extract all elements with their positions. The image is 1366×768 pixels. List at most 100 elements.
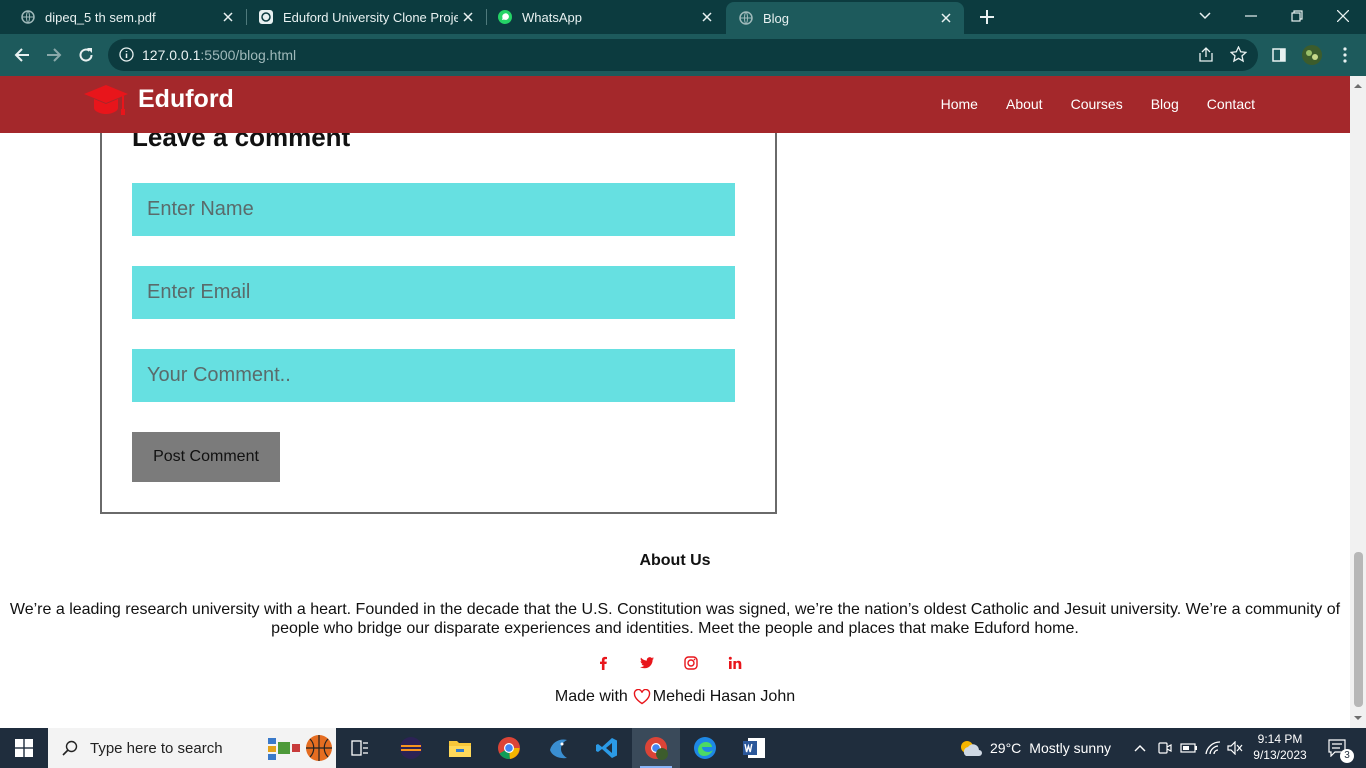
tab-strip: dipeq_5 th sem.pdf Eduford University Cl… [0, 0, 1366, 34]
tab-eduford-clone[interactable]: Eduford University Clone Project [238, 0, 486, 34]
minimize-icon [1245, 15, 1257, 17]
heart-icon [633, 689, 651, 705]
back-button[interactable] [10, 43, 34, 67]
whatsapp-icon [497, 9, 513, 25]
weather-widget[interactable]: 29°C Mostly sunny [958, 728, 1118, 768]
globe-icon [738, 10, 754, 26]
search-highlight-icon[interactable] [266, 732, 336, 764]
share-icon[interactable] [1198, 47, 1214, 63]
word-icon [743, 738, 765, 758]
site-logo[interactable]: Eduford [82, 82, 234, 122]
url-host: 127.0.0.1 [142, 47, 201, 63]
reload-button[interactable] [74, 43, 98, 67]
clock-time: 9:14 PM [1257, 732, 1303, 746]
tab-blog[interactable]: Blog [726, 2, 964, 34]
weather-desc: Mostly sunny [1029, 740, 1111, 756]
close-icon[interactable] [697, 7, 717, 27]
address-bar[interactable]: 127.0.0.1:5500/blog.html [108, 39, 1258, 71]
partly-sunny-icon [961, 741, 982, 756]
side-panel-button[interactable] [1267, 43, 1291, 67]
meet-now-icon[interactable] [1155, 728, 1175, 768]
social-links [594, 654, 744, 672]
taskbar-dbeaver[interactable] [539, 728, 577, 768]
chrome-profile-icon [645, 737, 668, 760]
notification-badge: 3 [1340, 749, 1354, 763]
page-scrollbar[interactable] [1350, 76, 1366, 728]
folder-icon [449, 741, 471, 757]
about-text: We’re a leading research university with… [9, 601, 1341, 637]
forward-button[interactable] [42, 43, 66, 67]
new-tab-button[interactable] [976, 7, 998, 27]
site-navbar: Eduford Home About Courses Blog Contact [0, 76, 1350, 133]
bookmark-star-icon[interactable] [1230, 46, 1247, 63]
side-panel-icon [1272, 48, 1286, 62]
taskbar-vscode[interactable] [588, 728, 626, 768]
made-with-prefix: Made with [554, 688, 628, 705]
tab-whatsapp[interactable]: WhatsApp [477, 0, 725, 34]
tab-dipeq-pdf[interactable]: dipeq_5 th sem.pdf [0, 0, 246, 34]
nav-about[interactable]: About [1006, 96, 1043, 112]
comment-input[interactable] [132, 349, 735, 402]
profile-avatar[interactable] [1300, 43, 1324, 67]
about-title: About Us [639, 552, 711, 569]
page-viewport: Eduford Home About Courses Blog Contact … [0, 76, 1350, 728]
post-comment-button[interactable]: Post Comment [132, 432, 280, 482]
search-icon [62, 740, 78, 756]
nav-blog[interactable]: Blog [1151, 96, 1179, 112]
scrollbar-thumb[interactable] [1354, 552, 1363, 707]
wifi-icon[interactable] [1203, 728, 1223, 768]
chrome-icon [498, 737, 520, 760]
task-view-button[interactable] [342, 728, 378, 768]
clock-date: 9/13/2023 [1253, 748, 1307, 762]
scroll-up-icon [1354, 84, 1362, 88]
linkedin-icon[interactable] [726, 654, 744, 672]
start-button[interactable] [0, 728, 48, 768]
edge-icon [694, 737, 716, 759]
vscode-icon [596, 738, 617, 758]
close-icon[interactable] [458, 7, 478, 27]
facebook-icon[interactable] [594, 654, 612, 672]
windows-logo-icon [15, 739, 33, 757]
brand-name: Eduford [138, 84, 234, 113]
close-window-button[interactable] [1320, 0, 1366, 32]
notification-center-button[interactable]: 3 [1318, 728, 1358, 768]
taskbar-eclipse[interactable] [392, 728, 430, 768]
taskbar-file-explorer[interactable] [441, 728, 479, 768]
close-icon[interactable] [218, 7, 238, 27]
taskbar-edge[interactable] [686, 728, 724, 768]
volume-muted-icon[interactable] [1225, 728, 1245, 768]
twitter-icon[interactable] [638, 654, 656, 672]
info-icon[interactable] [119, 47, 134, 62]
nav-home[interactable]: Home [941, 96, 978, 112]
plus-icon [980, 10, 994, 24]
chatgpt-icon [258, 9, 274, 25]
restore-button[interactable] [1274, 0, 1320, 32]
reload-icon [79, 48, 93, 62]
nav-contact[interactable]: Contact [1207, 96, 1255, 112]
browser-toolbar: 127.0.0.1:5500/blog.html [0, 34, 1366, 76]
tab-search-button[interactable] [1182, 0, 1228, 32]
chevron-up-icon [1134, 745, 1146, 752]
menu-button[interactable] [1333, 43, 1357, 67]
instagram-icon[interactable] [682, 654, 700, 672]
taskbar-chrome[interactable] [490, 728, 528, 768]
battery-icon[interactable] [1178, 728, 1200, 768]
taskbar-word[interactable] [735, 728, 773, 768]
url-text: 127.0.0.1:5500/blog.html [142, 47, 296, 63]
main-nav: Home About Courses Blog Contact [941, 96, 1255, 112]
arrow-right-icon [47, 48, 62, 62]
dbeaver-icon [550, 739, 567, 759]
kebab-menu-icon [1343, 47, 1347, 63]
tray-overflow-button[interactable] [1130, 728, 1150, 768]
system-clock[interactable]: 9:14 PM 9/13/2023 [1245, 731, 1315, 763]
name-input[interactable] [132, 183, 735, 236]
eclipse-icon [400, 737, 422, 759]
close-icon[interactable] [936, 8, 956, 28]
taskbar-chrome-active[interactable] [632, 728, 680, 768]
close-icon [1337, 10, 1349, 22]
nav-courses[interactable]: Courses [1071, 96, 1123, 112]
minimize-button[interactable] [1228, 0, 1274, 32]
windows-taskbar: Type here to search 29°C Mostly sunny 9:… [0, 728, 1366, 768]
email-input[interactable] [132, 266, 735, 319]
taskbar-search[interactable]: Type here to search [48, 728, 336, 768]
